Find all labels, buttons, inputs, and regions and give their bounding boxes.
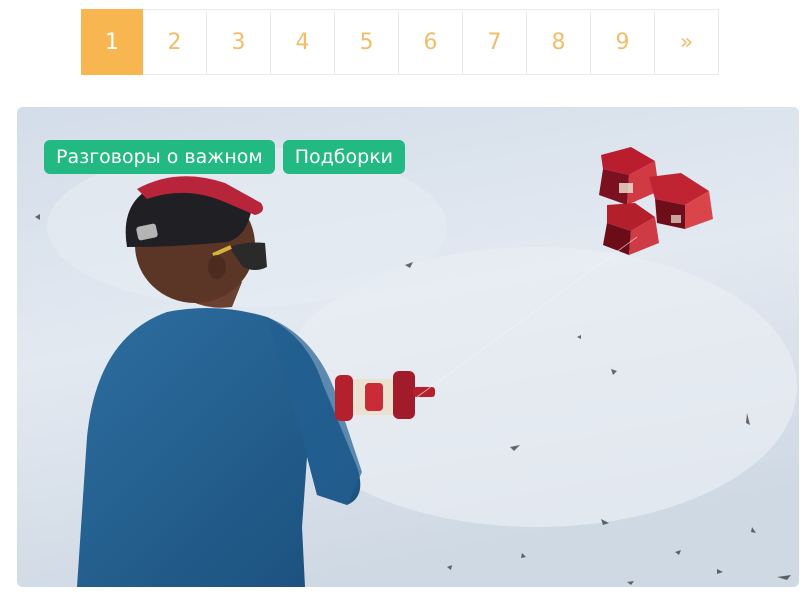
tag-important-talks[interactable]: Разговоры о важном — [44, 140, 275, 174]
pagination: 1 2 3 4 5 6 7 8 9 » — [81, 9, 719, 75]
tag-list: Разговоры о важном Подборки — [44, 140, 406, 174]
page-2-button[interactable]: 2 — [143, 9, 207, 75]
page-5-button[interactable]: 5 — [335, 9, 399, 75]
article-card[interactable]: Разговоры о важном Подборки — [17, 107, 799, 587]
next-page-button[interactable]: » — [655, 9, 719, 75]
page-7-button[interactable]: 7 — [463, 9, 527, 75]
page-9-button[interactable]: 9 — [591, 9, 655, 75]
boy-flying-kite-photo — [17, 107, 799, 587]
page-4-button[interactable]: 4 — [271, 9, 335, 75]
page-3-button[interactable]: 3 — [207, 9, 271, 75]
page-8-button[interactable]: 8 — [527, 9, 591, 75]
page-6-button[interactable]: 6 — [399, 9, 463, 75]
tag-collections[interactable]: Подборки — [282, 140, 406, 174]
page-1-button[interactable]: 1 — [81, 9, 143, 75]
